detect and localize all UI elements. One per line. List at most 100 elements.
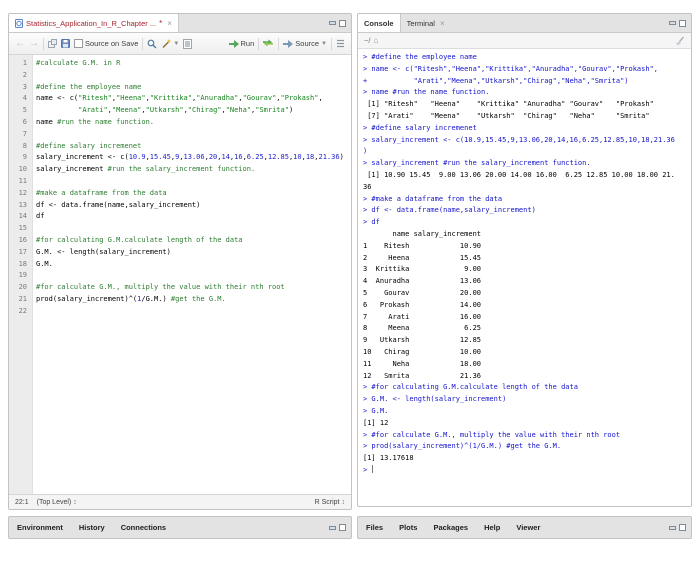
line-number: 12 xyxy=(9,188,36,200)
working-directory[interactable]: ~/ xyxy=(364,36,370,45)
line-number: 14 xyxy=(9,211,36,223)
line-number: 15 xyxy=(9,223,36,235)
chevron-down-icon: ▼ xyxy=(321,41,327,47)
code-line[interactable]: 1#calculate G.M. in R xyxy=(9,58,351,70)
console-output-line: 10 Chirag 10.00 xyxy=(363,347,686,359)
editor-tabbar: Statistics_Application_In_R_Chapter ... … xyxy=(9,14,351,33)
console-output-line: [1] 12 xyxy=(363,418,686,430)
source-button[interactable]: Source ▼ xyxy=(283,39,327,48)
chevron-down-icon: ▼ xyxy=(173,41,179,47)
forward-arrow-icon[interactable]: → xyxy=(29,39,39,49)
code-line[interactable]: 5 "Arati","Meena","Utkarsh","Chirag","Ne… xyxy=(9,105,351,117)
tab-history[interactable]: History xyxy=(71,517,113,538)
editor-toolbar-right: Run Source ▼ xyxy=(229,38,345,50)
tab-environment[interactable]: Environment xyxy=(9,517,71,538)
console-input-line: > name <- c("Ritesh","Heena","Krittika",… xyxy=(363,64,686,76)
line-number: 21 xyxy=(9,294,36,306)
cursor-position: 22:1 xyxy=(15,499,29,506)
source-on-save-toggle[interactable]: Source on Save xyxy=(74,39,138,48)
close-tab-icon[interactable]: × xyxy=(167,19,172,28)
line-number: 8 xyxy=(9,141,36,153)
code-line[interactable]: 10salary_increment #run the salary_incre… xyxy=(9,164,351,176)
run-button[interactable]: Run xyxy=(229,39,255,48)
editor-tab-script[interactable]: Statistics_Application_In_R_Chapter ... … xyxy=(9,14,179,32)
code-line[interactable]: 8#define salary incremenet xyxy=(9,141,351,153)
doctype-updown-icon: ↕ xyxy=(342,499,346,506)
code-line[interactable]: 17G.M. <- length(salary_increment) xyxy=(9,247,351,259)
toolbar-separator xyxy=(43,38,44,50)
maximize-pane-icon[interactable] xyxy=(339,524,346,531)
console-input-line: > name #run the name function. xyxy=(363,87,686,99)
code-line[interactable]: 21prod(salary_increment)^(1/G.M.) #get t… xyxy=(9,294,351,306)
source-on-save-label: Source on Save xyxy=(85,39,138,48)
code-line[interactable]: 19 xyxy=(9,270,351,282)
console-input-line: > #define salary incremenet xyxy=(363,123,686,135)
code-line[interactable]: 3#define the employee name xyxy=(9,82,351,94)
close-terminal-icon[interactable]: × xyxy=(440,19,445,28)
console-input-line: ) xyxy=(363,146,686,158)
tab-help[interactable]: Help xyxy=(476,517,508,538)
code-line[interactable]: 22 xyxy=(9,306,351,318)
tab-console[interactable]: Console xyxy=(358,14,401,32)
tab-viewer[interactable]: Viewer xyxy=(508,517,548,538)
code-line[interactable]: 9salary_increment <- c(10.9,15.45,9,13.0… xyxy=(9,152,351,164)
editor-tab-title: Statistics_Application_In_R_Chapter ... xyxy=(26,19,156,28)
open-in-new-window-icon[interactable] xyxy=(48,39,57,48)
minimize-pane-icon[interactable] xyxy=(669,526,676,530)
console-input-line: > df <- data.frame(name,salary_increment… xyxy=(363,205,686,217)
console-output-line: 12 Smrita 21.36 xyxy=(363,371,686,383)
maximize-pane-icon[interactable] xyxy=(339,20,346,27)
toolbar-separator xyxy=(258,38,259,50)
code-editor[interactable]: 1#calculate G.M. in R23#define the emplo… xyxy=(9,55,351,500)
document-outline-icon[interactable] xyxy=(336,39,345,48)
back-arrow-icon[interactable]: ← xyxy=(15,39,25,49)
code-line[interactable]: 20#for calculate G.M., multiply the valu… xyxy=(9,282,351,294)
maximize-pane-icon[interactable] xyxy=(679,524,686,531)
console-output[interactable]: > #define the employee name> name <- c("… xyxy=(358,49,691,495)
code-line[interactable]: 18G.M. xyxy=(9,259,351,271)
doc-type-label: R Script xyxy=(315,499,340,506)
maximize-pane-icon[interactable] xyxy=(679,20,686,27)
minimize-pane-icon[interactable] xyxy=(329,526,336,530)
tab-terminal[interactable]: Terminal × xyxy=(401,14,451,32)
code-line[interactable]: 16#for calculating G.M.calculate length … xyxy=(9,235,351,247)
code-line[interactable]: 11 xyxy=(9,176,351,188)
code-line[interactable]: 6name #run the name function. xyxy=(9,117,351,129)
console-toolbar: ~/ ⌂ xyxy=(358,33,691,49)
tab-connections[interactable]: Connections xyxy=(113,517,174,538)
code-line[interactable]: 4name <- c("Ritesh","Heena","Krittika","… xyxy=(9,93,351,105)
code-line[interactable]: 7 xyxy=(9,129,351,141)
source-on-save-checkbox[interactable] xyxy=(74,39,83,48)
tab-files[interactable]: Files xyxy=(358,517,391,538)
code-line[interactable]: 14df xyxy=(9,211,351,223)
minimize-pane-icon[interactable] xyxy=(329,21,336,25)
code-line[interactable]: 12#make a dataframe from the data xyxy=(9,188,351,200)
doc-type-selector[interactable]: R Script ↕ xyxy=(315,499,345,506)
environment-pane-tabbar: EnvironmentHistoryConnections xyxy=(8,516,352,539)
line-number: 19 xyxy=(9,270,36,282)
code-line[interactable]: 15 xyxy=(9,223,351,235)
console-output-line: [1] 13.17618 xyxy=(363,453,686,465)
code-line[interactable]: 13df <- data.frame(name,salary_increment… xyxy=(9,200,351,212)
compile-report-icon[interactable] xyxy=(183,39,192,49)
code-tools-button[interactable]: ▼ xyxy=(161,39,179,49)
tab-packages[interactable]: Packages xyxy=(425,517,476,538)
console-output-line: 3 Krittika 9.00 xyxy=(363,264,686,276)
run-arrow-icon xyxy=(229,40,239,48)
console-input-line: > salary_increment #run the salary_incre… xyxy=(363,158,686,170)
editor-statusbar: 22:1 (Top Level) ↕ R Script ↕ xyxy=(9,494,351,509)
minimize-pane-icon[interactable] xyxy=(669,21,676,25)
tab-plots[interactable]: Plots xyxy=(391,517,425,538)
code-line[interactable]: 2 xyxy=(9,70,351,82)
save-icon[interactable] xyxy=(61,39,70,48)
console-tabbar: Console Terminal × xyxy=(358,14,691,33)
clear-console-button[interactable] xyxy=(675,36,685,46)
source-arrow-icon xyxy=(283,40,293,48)
line-number: 10 xyxy=(9,164,36,176)
rerun-icon[interactable] xyxy=(263,39,274,48)
find-replace-icon[interactable] xyxy=(147,39,157,49)
scope-label: (Top Level) xyxy=(37,499,72,506)
editor-window-buttons xyxy=(329,14,351,32)
scope-selector[interactable]: (Top Level) ↕ xyxy=(37,499,77,506)
console-output-line: 4 Anuradha 13.06 xyxy=(363,276,686,288)
